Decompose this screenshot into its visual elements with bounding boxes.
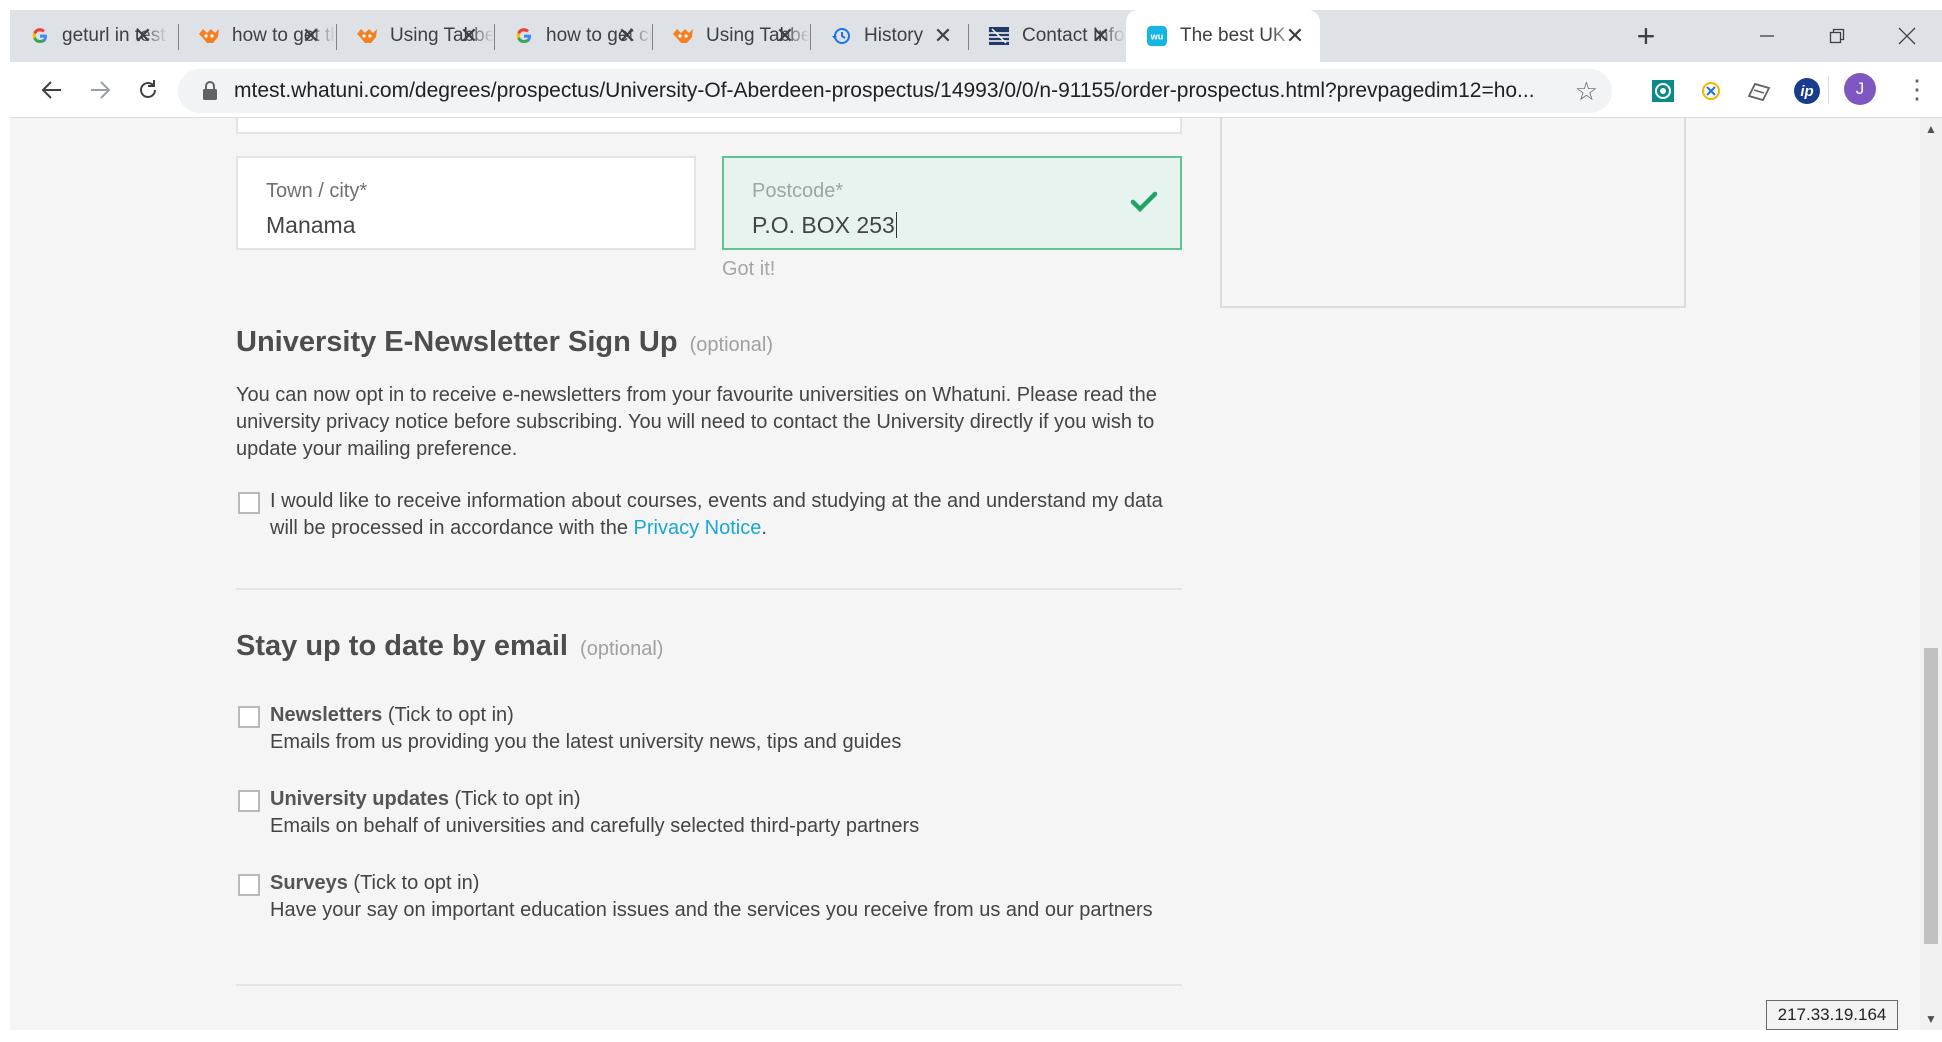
extension-icon[interactable] <box>1746 78 1772 104</box>
google-icon <box>514 25 534 47</box>
stackoverflow-icon <box>672 25 694 47</box>
tab-strip: geturl in test ✕ how to get the ✕ Using … <box>10 10 1942 62</box>
side-panel <box>1220 118 1686 308</box>
privacy-notice-link[interactable]: Privacy Notice <box>634 517 762 539</box>
close-icon[interactable]: ✕ <box>1282 23 1308 49</box>
reload-icon[interactable] <box>130 72 166 108</box>
option-suffix: (Tick to opt in) <box>387 704 514 726</box>
svg-text:wu: wu <box>1150 32 1164 42</box>
option-description: Emails from us providing you the latest … <box>270 731 902 753</box>
tab-how-to-get-cu[interactable]: how to get cu ✕ <box>494 10 652 62</box>
town-city-value: Manama <box>266 212 356 238</box>
browser-toolbar: mtest.whatuni.com/degrees/prospectus/Uni… <box>10 62 1942 118</box>
close-icon[interactable]: ✕ <box>298 23 324 49</box>
town-city-field[interactable]: Town / city* Manama <box>236 156 696 250</box>
extension-icon[interactable] <box>1650 78 1676 104</box>
newsletters-checkbox[interactable] <box>238 706 260 728</box>
email-prefs-heading: Stay up to date by email (optional) <box>236 630 663 663</box>
history-icon <box>830 25 852 47</box>
close-window-icon[interactable] <box>1872 10 1942 62</box>
scroll-down-icon[interactable]: ▼ <box>1920 1008 1942 1030</box>
stackoverflow-icon <box>356 25 378 47</box>
tab-history[interactable]: History ✕ <box>810 10 968 62</box>
contact-icon <box>988 25 1010 47</box>
postcode-value-wrap: P.O. BOX 253 <box>752 212 897 239</box>
tab-the-best-uk[interactable]: wu The best UK ✕ <box>1126 10 1320 62</box>
restore-icon[interactable] <box>1802 10 1872 62</box>
postcode-label: Postcode* <box>752 180 844 202</box>
vertical-scrollbar[interactable]: ▲ ▼ <box>1920 118 1942 1030</box>
option-suffix: (Tick to opt in) <box>454 788 581 810</box>
newsletter-heading: University E-Newsletter Sign Up (optiona… <box>236 326 773 359</box>
text-caret <box>895 212 897 238</box>
extension-icon[interactable] <box>1698 78 1724 104</box>
consent-end: . <box>761 517 767 539</box>
section-divider <box>236 984 1182 986</box>
browser-chrome: geturl in test ✕ how to get the ✕ Using … <box>0 0 1942 118</box>
minimize-icon[interactable] <box>1732 10 1802 62</box>
optional-label: (optional) <box>689 334 774 356</box>
close-icon[interactable]: ✕ <box>614 23 640 49</box>
option-description: Emails on behalf of universities and car… <box>270 815 920 837</box>
newsletters-option: Newsletters (Tick to opt in) Emails from… <box>270 702 1182 756</box>
more-options-icon[interactable]: ⋮ <box>1904 74 1930 104</box>
postcode-hint: Got it! <box>722 258 776 280</box>
optional-label: (optional) <box>580 638 664 660</box>
close-icon[interactable]: ✕ <box>930 23 956 49</box>
section-divider <box>236 588 1182 590</box>
stackoverflow-icon <box>198 25 220 47</box>
close-icon[interactable]: ✕ <box>130 23 156 49</box>
extension-icon[interactable]: ip <box>1794 78 1820 104</box>
url-text: mtest.whatuni.com/degrees/prospectus/Uni… <box>234 79 1535 102</box>
checkmark-icon <box>1130 188 1158 216</box>
ip-address-badge: 217.33.19.164 <box>1766 1000 1898 1030</box>
google-icon <box>30 25 50 47</box>
back-icon[interactable] <box>34 72 70 108</box>
tab-geturl[interactable]: geturl in test ✕ <box>10 10 168 62</box>
email-prefs-heading-text: Stay up to date by email <box>236 630 568 662</box>
option-title: Surveys <box>270 872 348 894</box>
toolbar-divider <box>1828 76 1829 104</box>
university-updates-checkbox[interactable] <box>238 790 260 812</box>
newsletter-heading-text: University E-Newsletter Sign Up <box>236 326 678 358</box>
option-title: Newsletters <box>270 704 383 726</box>
tab-contact-info[interactable]: Contact Info ✕ <box>968 10 1126 62</box>
address-bar[interactable]: mtest.whatuni.com/degrees/prospectus/Uni… <box>178 69 1612 113</box>
new-tab-button[interactable]: + <box>1628 18 1664 54</box>
scrollbar-thumb[interactable] <box>1924 648 1938 944</box>
town-city-label: Town / city* <box>266 180 368 202</box>
option-suffix: (Tick to opt in) <box>353 872 480 894</box>
newsletter-consent-checkbox[interactable] <box>238 492 260 514</box>
page-viewport: Town / city* Manama Postcode* P.O. BOX 2… <box>10 118 1920 1030</box>
postcode-value: P.O. BOX 253 <box>752 212 895 238</box>
postcode-field[interactable]: Postcode* P.O. BOX 253 <box>722 156 1182 250</box>
scroll-up-icon[interactable]: ▲ <box>1920 118 1942 140</box>
tab-how-to-get-the[interactable]: how to get the ✕ <box>178 10 336 62</box>
window-bottom-edge <box>0 1030 1942 1042</box>
option-description: Have your say on important education iss… <box>270 899 1153 921</box>
lock-icon <box>202 81 218 101</box>
newsletter-description: You can now opt in to receive e-newslett… <box>236 384 1157 460</box>
avatar[interactable]: J <box>1844 73 1876 105</box>
surveys-checkbox[interactable] <box>238 874 260 896</box>
university-updates-option: University updates (Tick to opt in) Emai… <box>270 786 1182 840</box>
option-title: University updates <box>270 788 449 810</box>
close-icon[interactable]: ✕ <box>456 23 482 49</box>
tab-using-tabbed-2[interactable]: Using Tabbed ✕ <box>652 10 810 62</box>
address-field-partial[interactable] <box>236 118 1182 134</box>
surveys-option: Surveys (Tick to opt in) Have your say o… <box>270 870 1210 924</box>
close-icon[interactable]: ✕ <box>1088 23 1114 49</box>
whatuni-icon: wu <box>1146 25 1168 47</box>
newsletter-consent-text: I would like to receive information abou… <box>270 488 1182 542</box>
tab-using-tabbed[interactable]: Using Tabbed ✕ <box>336 10 494 62</box>
bookmark-star-icon[interactable]: ☆ <box>1575 76 1598 107</box>
close-icon[interactable]: ✕ <box>772 23 798 49</box>
forward-icon[interactable] <box>82 72 118 108</box>
